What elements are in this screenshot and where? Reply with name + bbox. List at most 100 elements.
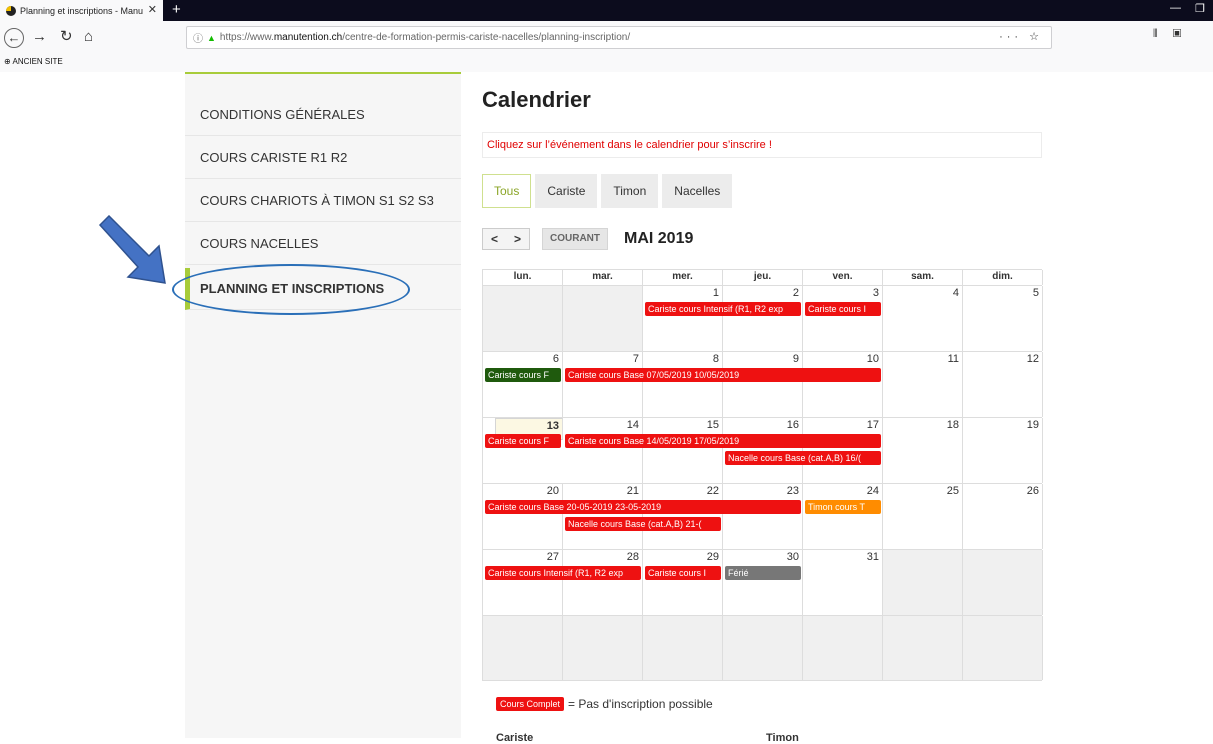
calendar-day[interactable] [483, 286, 563, 351]
calendar-day[interactable]: 31 [803, 550, 883, 615]
sidebar-item-chariots[interactable]: COURS CHARIOTS À TIMON S1 S2 S3 [185, 180, 461, 222]
calendar-event[interactable]: Cariste cours F [485, 368, 561, 382]
calendar-day[interactable] [563, 286, 643, 351]
annotation-arrow-icon [98, 215, 166, 284]
calendar-week: 6 7 8 9 10 11 12 Cariste cours F Cariste cours B… [482, 351, 1043, 417]
calendar-week: 13 14 15 16 17 18 19 Cariste cours F Cariste cou… [482, 417, 1043, 483]
calendar-day[interactable]: 23 [723, 484, 803, 549]
calendar-day[interactable] [963, 616, 1043, 680]
calendar-week [482, 615, 1043, 681]
month-title: MAI 2019 [624, 230, 694, 247]
calendar-day[interactable]: 27 [483, 550, 563, 615]
prev-month-icon[interactable]: < [483, 229, 506, 249]
url-domain: manutention.ch [273, 32, 343, 43]
calendar-event[interactable]: Cariste cours F [485, 434, 561, 448]
calendar-week: 1 2 3 4 5 Cariste cours Intensif (R1, R2 exp C… [482, 285, 1043, 351]
filter-tous[interactable]: Tous [482, 174, 532, 208]
info-icon[interactable]: ⓘ [193, 30, 203, 45]
bookmark-ancien-site[interactable]: ANCIEN SITE [12, 57, 62, 66]
calendar-event[interactable]: Cariste cours Base 07/05/2019 10/05/2019 [565, 368, 881, 382]
calendar-event[interactable]: Cariste cours Base 20-05-2019 23-05-2019 [485, 500, 801, 514]
filter-tabs: Tous Cariste Timon Nacelles [482, 174, 733, 208]
day-header: sam. [883, 270, 963, 285]
sidebar-item-nacelles[interactable]: COURS NACELLES [185, 223, 461, 265]
calendar-day[interactable]: 30 [723, 550, 803, 615]
calendar-day[interactable]: 4 [883, 286, 963, 351]
calendar-day[interactable]: 6 [483, 352, 563, 417]
legend: Cours Complet = Pas d'inscription possib… [496, 697, 713, 711]
calendar-day[interactable] [723, 616, 803, 680]
minimize-icon[interactable]: — [1170, 2, 1181, 14]
sidebar-item-cariste[interactable]: COURS CARISTE R1 R2 [185, 137, 461, 179]
calendar-day[interactable]: 26 [963, 484, 1043, 549]
calendar-event[interactable]: Cariste cours I [645, 566, 721, 580]
forward-icon[interactable]: → [32, 28, 47, 46]
calendar-day[interactable]: 28 [563, 550, 643, 615]
sidebar-item-label: CONDITIONS GÉNÉRALES [200, 107, 365, 122]
calendar-day[interactable] [883, 616, 963, 680]
calendar-day[interactable]: 7 [563, 352, 643, 417]
reload-icon[interactable]: ↻ [60, 28, 73, 46]
calendar-event[interactable]: Cariste cours Intensif (R1, R2 exp [485, 566, 641, 580]
calendar-day[interactable]: 18 [883, 418, 963, 483]
back-icon[interactable]: ← [4, 28, 24, 48]
calendar-week: 27 28 29 30 31 Cariste cours Intensif (R1, R2… [482, 549, 1043, 615]
calendar-day[interactable]: 9 [723, 352, 803, 417]
library-icon[interactable]: ⫴ ▣ [1153, 28, 1187, 41]
next-month-icon[interactable]: > [506, 229, 529, 249]
calendar-header: lun. mar. mer. jeu. ven. sam. dim. [482, 269, 1043, 285]
calendar-day[interactable]: 8 [643, 352, 723, 417]
calendar-day[interactable] [563, 616, 643, 680]
day-header: mer. [643, 270, 723, 285]
calendar-day[interactable]: 15 [643, 418, 723, 483]
calendar-day[interactable]: 2 [723, 286, 803, 351]
page-actions-icon[interactable]: ··· ☆ [999, 30, 1043, 43]
new-tab-icon[interactable]: + [172, 1, 181, 18]
url-path: /centre-de-formation-permis-cariste-nace… [342, 32, 631, 43]
calendar-day[interactable]: 20 [483, 484, 563, 549]
calendar-event[interactable]: Cariste cours Base 14/05/2019 17/05/2019 [565, 434, 881, 448]
calendar-nav: < > COURANT MAI 2019 [482, 228, 693, 250]
calendar-event[interactable]: Nacelle cours Base (cat.A,B) 21-( [565, 517, 721, 531]
bottom-labels: Cariste Timon [496, 732, 799, 744]
day-header: jeu. [723, 270, 803, 285]
url-bar[interactable]: ⓘ ▲ https://www. manutention.ch/centre-de… [186, 26, 1052, 49]
calendar-day[interactable]: 11 [883, 352, 963, 417]
home-icon[interactable]: ⌂ [84, 28, 93, 46]
sidebar-item-conditions[interactable]: CONDITIONS GÉNÉRALES [185, 94, 461, 136]
calendar-day[interactable] [803, 616, 883, 680]
calendar-day[interactable]: 12 [963, 352, 1043, 417]
calendar-day[interactable] [883, 550, 963, 615]
calendar-day[interactable] [643, 616, 723, 680]
calendar-day[interactable]: 10 [803, 352, 883, 417]
calendar-day[interactable]: 24 [803, 484, 883, 549]
day-header: mar. [563, 270, 643, 285]
calendar-day[interactable]: 14 [563, 418, 643, 483]
legend-text: = Pas d'inscription possible [568, 697, 713, 711]
calendar-day[interactable]: 29 [643, 550, 723, 615]
calendar-event[interactable]: Cariste cours Intensif (R1, R2 exp [645, 302, 801, 316]
navigation-bar: ← → ↻ ⌂ ⓘ ▲ https://www. manutention.ch/c… [0, 21, 1213, 55]
label-cariste: Cariste [496, 732, 534, 744]
calendar-day[interactable]: 1 [643, 286, 723, 351]
calendar-day[interactable]: 19 [963, 418, 1043, 483]
restore-icon[interactable]: ❐ [1195, 2, 1205, 15]
calendar-day[interactable]: 25 [883, 484, 963, 549]
calendar-day[interactable] [483, 616, 563, 680]
calendar-event[interactable]: Timon cours T [805, 500, 881, 514]
calendar-day[interactable]: 5 [963, 286, 1043, 351]
calendar-event[interactable]: Férié [725, 566, 801, 580]
close-tab-icon[interactable]: ✕ [148, 3, 157, 16]
today-button[interactable]: COURANT [542, 228, 608, 250]
globe-icon: ⊕ [4, 57, 11, 66]
calendar-event[interactable]: Cariste cours I [805, 302, 881, 316]
calendar-event[interactable]: Nacelle cours Base (cat.A,B) 16/( [725, 451, 881, 465]
filter-timon[interactable]: Timon [601, 174, 659, 208]
calendar-day[interactable]: 3 [803, 286, 883, 351]
filter-nacelles[interactable]: Nacelles [662, 174, 733, 208]
filter-cariste[interactable]: Cariste [535, 174, 598, 208]
sidebar-item-label: COURS NACELLES [200, 236, 319, 251]
browser-tab[interactable]: Planning et inscriptions - Manu ✕ [0, 0, 163, 21]
calendar-day[interactable] [963, 550, 1043, 615]
sidebar-item-label: COURS CARISTE R1 R2 [200, 150, 348, 165]
